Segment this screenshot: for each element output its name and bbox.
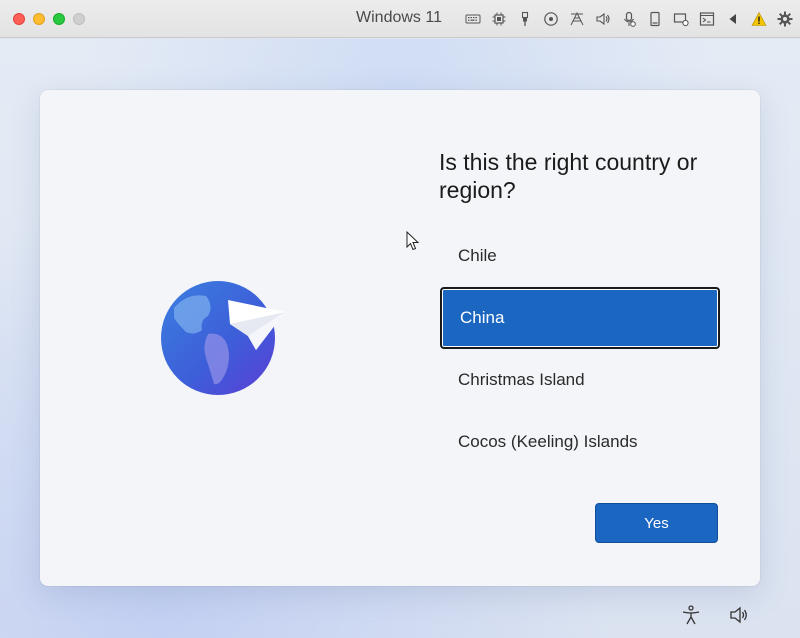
network-icon[interactable]: [564, 9, 590, 29]
country-option-label: Chile: [458, 246, 497, 265]
microphone-icon[interactable]: [616, 9, 642, 29]
country-list: Chile China Christmas Island Cocos (Keel…: [440, 225, 720, 473]
page-title: Is this the right country or region?: [439, 149, 698, 203]
window-title-bar: Windows 11: [0, 0, 800, 38]
country-option-christmas-island[interactable]: Christmas Island: [440, 349, 720, 411]
minimize-window-button[interactable]: [33, 13, 45, 25]
accessibility-icon[interactable]: [680, 604, 702, 626]
country-option-label: Cocos (Keeling) Islands: [458, 432, 638, 451]
speaker-icon[interactable]: [590, 9, 616, 29]
yes-button[interactable]: Yes: [595, 503, 718, 543]
country-option-label: China: [460, 308, 505, 327]
close-window-button[interactable]: [13, 13, 25, 25]
vm-toolbar: [460, 9, 798, 29]
keyboard-icon[interactable]: [460, 9, 486, 29]
collapse-arrow-icon[interactable]: [720, 9, 746, 29]
terminal-icon[interactable]: [694, 9, 720, 29]
cd-icon[interactable]: [538, 9, 564, 29]
warning-icon[interactable]: [746, 9, 772, 29]
settings-icon[interactable]: [772, 9, 798, 29]
storage-icon[interactable]: [642, 9, 668, 29]
mouse-cursor-icon: [406, 230, 420, 251]
volume-icon[interactable]: [728, 604, 750, 626]
cpu-icon[interactable]: [486, 9, 512, 29]
globe-paper-plane-icon: [160, 280, 290, 398]
country-option-label: Christmas Island: [458, 370, 585, 389]
window-title: Windows 11: [356, 9, 442, 26]
country-option-china[interactable]: China: [440, 287, 720, 349]
usb-icon[interactable]: [512, 9, 538, 29]
country-option-chile[interactable]: Chile: [440, 225, 720, 287]
oobe-dialog: Is this the right country or region? Chi…: [40, 90, 760, 586]
disabled-window-button: [73, 13, 85, 25]
display-icon[interactable]: [668, 9, 694, 29]
maximize-window-button[interactable]: [53, 13, 65, 25]
country-option-cocos-keeling-islands[interactable]: Cocos (Keeling) Islands: [440, 411, 720, 473]
